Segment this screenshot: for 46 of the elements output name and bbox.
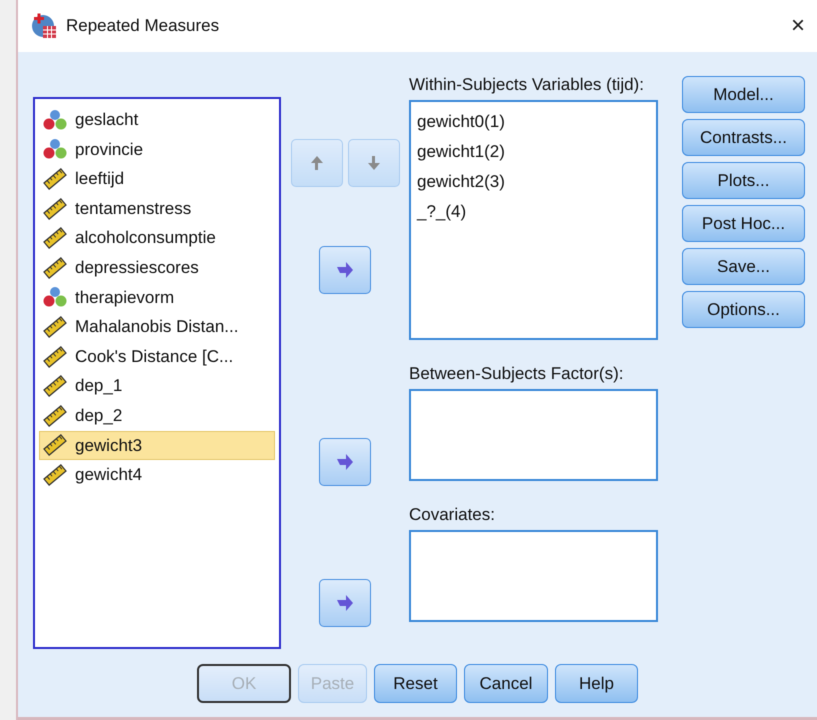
- move-up-button[interactable]: [290, 139, 342, 187]
- dialog-button[interactable]: Help: [555, 664, 638, 703]
- dialog-button[interactable]: Contrasts...: [682, 119, 805, 156]
- close-button[interactable]: ×: [786, 8, 809, 44]
- ruler-icon: [43, 434, 67, 456]
- dialog-button[interactable]: Cancel: [464, 664, 548, 703]
- variable-item[interactable]: gewicht4: [39, 460, 275, 490]
- move-down-button[interactable]: [348, 139, 400, 187]
- nominal-icon: [43, 286, 67, 308]
- window-title: Repeated Measures: [66, 15, 220, 38]
- dialog-button[interactable]: Save...: [682, 248, 805, 285]
- move-right-button[interactable]: [319, 246, 371, 294]
- dialog-button[interactable]: Model...: [682, 76, 805, 113]
- dialog-button[interactable]: Reset: [374, 664, 457, 703]
- move-right-button[interactable]: [319, 579, 371, 627]
- list-item[interactable]: gewicht0(1): [411, 107, 656, 137]
- list-item[interactable]: _?_(4): [411, 197, 656, 227]
- field-label: Covariates:: [409, 504, 496, 526]
- variable-item[interactable]: provincie: [39, 134, 275, 164]
- dialog-button[interactable]: Plots...: [682, 162, 805, 199]
- move-right-button[interactable]: [319, 438, 371, 486]
- right-arrow-icon: [336, 595, 354, 611]
- nominal-icon: [43, 138, 67, 160]
- variable-item[interactable]: tentamenstress: [39, 194, 275, 224]
- field-label: Between-Subjects Factor(s):: [409, 363, 624, 385]
- right-arrow-icon: [336, 454, 354, 470]
- variable-item[interactable]: geslacht: [39, 105, 275, 135]
- app-icon: [30, 12, 58, 40]
- list-item[interactable]: gewicht1(2): [411, 137, 656, 167]
- field-label: Within-Subjects Variables (tijd):: [409, 74, 645, 96]
- dialog-button[interactable]: Post Hoc...: [682, 205, 805, 242]
- variable-item[interactable]: Mahalanobis Distan...: [39, 312, 275, 342]
- variable-item[interactable]: Cook's Distance [C...: [39, 342, 275, 372]
- down-arrow-icon: [366, 155, 380, 171]
- list-item[interactable]: gewicht2(3): [411, 167, 656, 197]
- variable-item[interactable]: depressiescores: [39, 252, 275, 283]
- variable-item[interactable]: dep_2: [39, 400, 275, 431]
- nominal-icon: [43, 108, 67, 131]
- variable-item[interactable]: leeftijd: [39, 164, 275, 194]
- variable-item[interactable]: dep_1: [39, 371, 275, 401]
- dialog-button[interactable]: Options...: [682, 291, 805, 328]
- up-arrow-icon: [310, 155, 324, 171]
- variable-item[interactable]: gewicht3: [39, 430, 275, 460]
- variable-item[interactable]: therapievorm: [39, 282, 275, 312]
- right-arrow-icon: [336, 262, 354, 278]
- variable-item[interactable]: alcoholconsumptie: [39, 223, 275, 253]
